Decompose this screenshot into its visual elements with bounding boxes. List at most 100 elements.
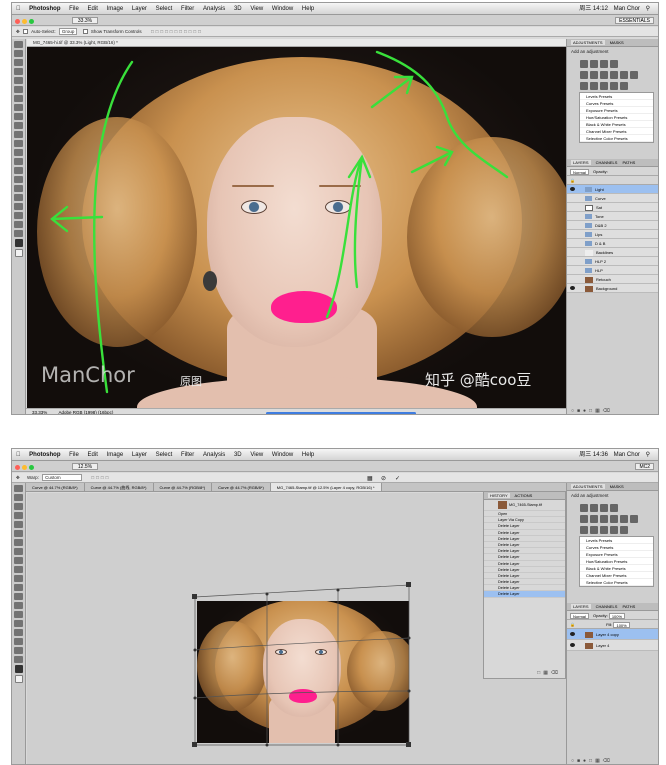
quick-select-tool-icon[interactable]	[14, 512, 23, 519]
dodge-tool-icon[interactable]	[14, 158, 23, 165]
foreground-color-swatch[interactable]	[14, 239, 23, 247]
shape-tool-icon[interactable]	[14, 638, 23, 645]
background-color-swatch[interactable]	[14, 249, 23, 257]
visibility-icon[interactable]	[570, 286, 575, 290]
lasso-tool-icon[interactable]	[14, 503, 23, 510]
shape-tool-icon[interactable]	[14, 194, 23, 201]
menu-help[interactable]: Help	[302, 449, 314, 461]
menu-edit[interactable]: Edit	[88, 3, 98, 15]
document-tab[interactable]: Curve @ 44.7% (RGB/8*)	[212, 483, 271, 491]
selective-color-icon[interactable]	[620, 82, 628, 90]
preset-selective-color[interactable]: Selective Color Presets	[580, 135, 653, 142]
layer-row[interactable]: HLP 2	[567, 257, 658, 266]
blur-tool-icon[interactable]	[14, 149, 23, 156]
invert-icon[interactable]	[580, 82, 588, 90]
tab-paths[interactable]: PATHS	[623, 160, 636, 165]
fill-field[interactable]: 100%	[613, 621, 630, 628]
spotlight-icon[interactable]: ⚲	[646, 449, 650, 461]
background-color-swatch[interactable]	[14, 675, 23, 683]
warp-mode-icon[interactable]: ▦	[367, 475, 373, 482]
zoom-tool-icon[interactable]	[14, 656, 23, 663]
align-icons[interactable]: □□□□□□□□□□□	[151, 29, 203, 34]
hand-tool-icon[interactable]	[14, 647, 23, 654]
threshold-icon[interactable]	[600, 526, 608, 534]
menu-file[interactable]: File	[69, 3, 79, 15]
preset-levels[interactable]: Levels Presets	[580, 93, 653, 100]
preset-hue-saturation[interactable]: Hue/Saturation Presets	[580, 558, 653, 565]
crop-tool-icon[interactable]	[14, 77, 23, 84]
menu-filter[interactable]: Filter	[181, 449, 194, 461]
zoom-window-icon[interactable]	[29, 465, 34, 470]
menu-window[interactable]: Window	[272, 449, 293, 461]
layer-row[interactable]: HLP	[567, 266, 658, 275]
app-menu[interactable]: Photoshop	[29, 3, 60, 15]
type-tool-icon[interactable]	[14, 620, 23, 627]
menu-select[interactable]: Select	[156, 3, 173, 15]
menu-analysis[interactable]: Analysis	[203, 449, 225, 461]
layer-footer-icons[interactable]: ○■●□▦⌫	[571, 408, 613, 414]
menu-window[interactable]: Window	[272, 3, 293, 15]
selective-color-icon[interactable]	[620, 526, 628, 534]
tab-actions[interactable]: ACTIONS	[515, 493, 533, 498]
foreground-color-swatch[interactable]	[14, 665, 23, 673]
tab-masks[interactable]: MASKS	[610, 40, 624, 45]
layer-row[interactable]: Tone	[567, 212, 658, 221]
visibility-icon[interactable]	[570, 643, 575, 647]
gradient-tool-icon[interactable]	[14, 584, 23, 591]
layer-footer-icons[interactable]: ○■●□▦⌫	[571, 758, 613, 764]
apple-icon[interactable]: 	[16, 3, 21, 15]
document-title[interactable]: MG_7465-hi.tif @ 33.3% (Light, RGB/16) *	[27, 39, 568, 47]
layer-row[interactable]: Layer 4 copy	[567, 629, 658, 640]
menu-image[interactable]: Image	[107, 449, 124, 461]
auto-select-target[interactable]: Group	[58, 28, 78, 36]
warp-style-select[interactable]: Custom	[42, 474, 83, 482]
menu-layer[interactable]: Layer	[132, 3, 147, 15]
blur-tool-icon[interactable]	[14, 593, 23, 600]
menu-filter[interactable]: Filter	[181, 3, 194, 15]
minimize-window-icon[interactable]	[22, 19, 27, 24]
clock[interactable]: 周三 14:36	[579, 449, 608, 461]
menu-analysis[interactable]: Analysis	[203, 3, 225, 15]
preset-exposure[interactable]: Exposure Presets	[580, 551, 653, 558]
hand-tool-icon[interactable]	[14, 221, 23, 228]
posterize-icon[interactable]	[590, 82, 598, 90]
menu-help[interactable]: Help	[302, 3, 314, 15]
user-name[interactable]: Man Chor	[614, 3, 640, 15]
layer-row[interactable]: Light	[567, 185, 658, 194]
close-window-icon[interactable]	[15, 19, 20, 24]
eraser-tool-icon[interactable]	[14, 575, 23, 582]
layer-row[interactable]: Curve	[567, 194, 658, 203]
clone-stamp-tool-icon[interactable]	[14, 557, 23, 564]
layer-row[interactable]: Backlines	[567, 248, 658, 257]
cancel-transform-icon[interactable]: ⊘	[381, 475, 386, 482]
menu-3d[interactable]: 3D	[234, 449, 242, 461]
lock-icon[interactable]: 🔒	[570, 622, 575, 627]
visibility-icon[interactable]	[570, 187, 575, 191]
zoom-level[interactable]: 12.5%	[72, 463, 98, 470]
gradient-tool-icon[interactable]	[14, 140, 23, 147]
healing-brush-tool-icon[interactable]	[14, 95, 23, 102]
history-brush-tool-icon[interactable]	[14, 566, 23, 573]
tab-adjustments[interactable]: ADJUSTMENTS	[571, 40, 605, 45]
tab-adjustments[interactable]: ADJUSTMENTS	[571, 484, 605, 489]
healing-brush-tool-icon[interactable]	[14, 539, 23, 546]
user-name[interactable]: Man Chor	[614, 449, 640, 461]
gradient-map-icon[interactable]	[610, 82, 618, 90]
layer-row[interactable]: D & B	[567, 239, 658, 248]
eyedropper-tool-icon[interactable]	[14, 530, 23, 537]
visibility-icon[interactable]	[570, 632, 575, 636]
menu-view[interactable]: View	[250, 3, 263, 15]
zoom-window-icon[interactable]	[29, 19, 34, 24]
layer-row[interactable]: Lips	[567, 230, 658, 239]
marquee-tool-icon[interactable]	[14, 494, 23, 501]
preset-black-white[interactable]: Black & White Presets	[580, 121, 653, 128]
preset-levels[interactable]: Levels Presets	[580, 537, 653, 544]
app-menu[interactable]: Photoshop	[29, 449, 60, 461]
menu-file[interactable]: File	[69, 449, 79, 461]
blend-mode-select[interactable]: Normal	[570, 612, 589, 619]
workspace-switcher[interactable]: ESSENTIALS	[615, 17, 654, 24]
blend-mode-select[interactable]: Normal	[570, 168, 589, 175]
menu-view[interactable]: View	[250, 449, 263, 461]
horizontal-scrollbar[interactable]	[266, 412, 416, 414]
preset-selective-color[interactable]: Selective Color Presets	[580, 579, 653, 586]
